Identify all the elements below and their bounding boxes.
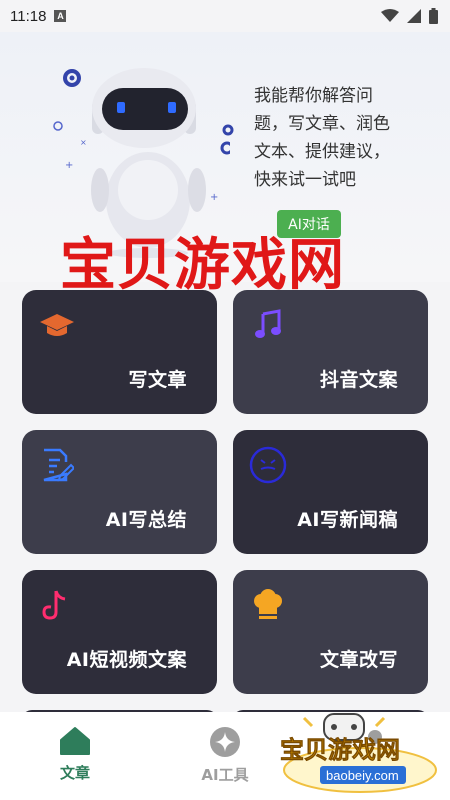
card-label: 文章改写 [319,649,398,671]
tab-ai-tools[interactable]: AI工具 [180,726,270,785]
news-circle-icon [249,446,287,484]
card-label: AI写新闻稿 [297,509,398,531]
card-label: AI写总结 [105,509,187,531]
status-bar: 11:18 A [0,0,450,32]
watermark-logo: 宝贝游戏网 baobeiy.com [280,713,437,793]
watermark-logo-text: 宝贝游戏网 [280,736,400,764]
gear-icon [222,124,234,136]
card-ai-summary[interactable]: AI写总结 [22,430,217,554]
card-article-rewrite[interactable]: 文章改写 [233,570,428,694]
hero-description: 我能帮你解答问题，写文章、润色文本、提供建议，快来试一试吧 [254,86,390,190]
card-douyin-copy[interactable]: 抖音文案 [233,290,428,414]
card-write-article[interactable]: 写文章 [22,290,217,414]
card-label: 写文章 [128,369,187,391]
tiktok-icon [42,590,66,620]
hero-banner: + + × 我能帮你解答问题，写文章、润色文本、提供建议，快来试一试吧 AI对话… [0,32,450,298]
chef-hat-icon [254,589,282,619]
ai-chat-button[interactable]: AI对话 [277,210,341,238]
status-time: 11:18 [10,7,47,25]
graduation-cap-icon [40,314,74,336]
signal-icon [407,9,421,23]
card-label: 抖音文案 [319,369,398,391]
tab-article[interactable]: 文章 [30,726,120,783]
card-ai-short-video[interactable]: AI短视频文案 [22,570,217,694]
tool-grid: 写文章 抖音文案 AI写总结 AI写新闻稿 AI短视频文案 文章改写 [22,290,428,730]
document-edit-icon [43,448,74,482]
robot-illustration: + + × [53,68,230,258]
svg-text:×: × [80,138,87,147]
sparkle-circle-icon [210,727,240,757]
notification-icon: A [54,10,67,22]
music-note-icon [255,309,281,338]
battery-icon [429,8,438,24]
watermark-site: baobeiy.com [326,768,399,783]
svg-text:+: + [210,192,218,203]
wifi-icon [381,9,399,22]
home-icon [60,727,90,755]
tab-label: 文章 [59,764,90,782]
svg-text:+: + [65,160,73,171]
card-ai-news[interactable]: AI写新闻稿 [233,430,428,554]
tab-label: AI工具 [201,766,249,784]
card-label: AI短视频文案 [66,649,187,671]
